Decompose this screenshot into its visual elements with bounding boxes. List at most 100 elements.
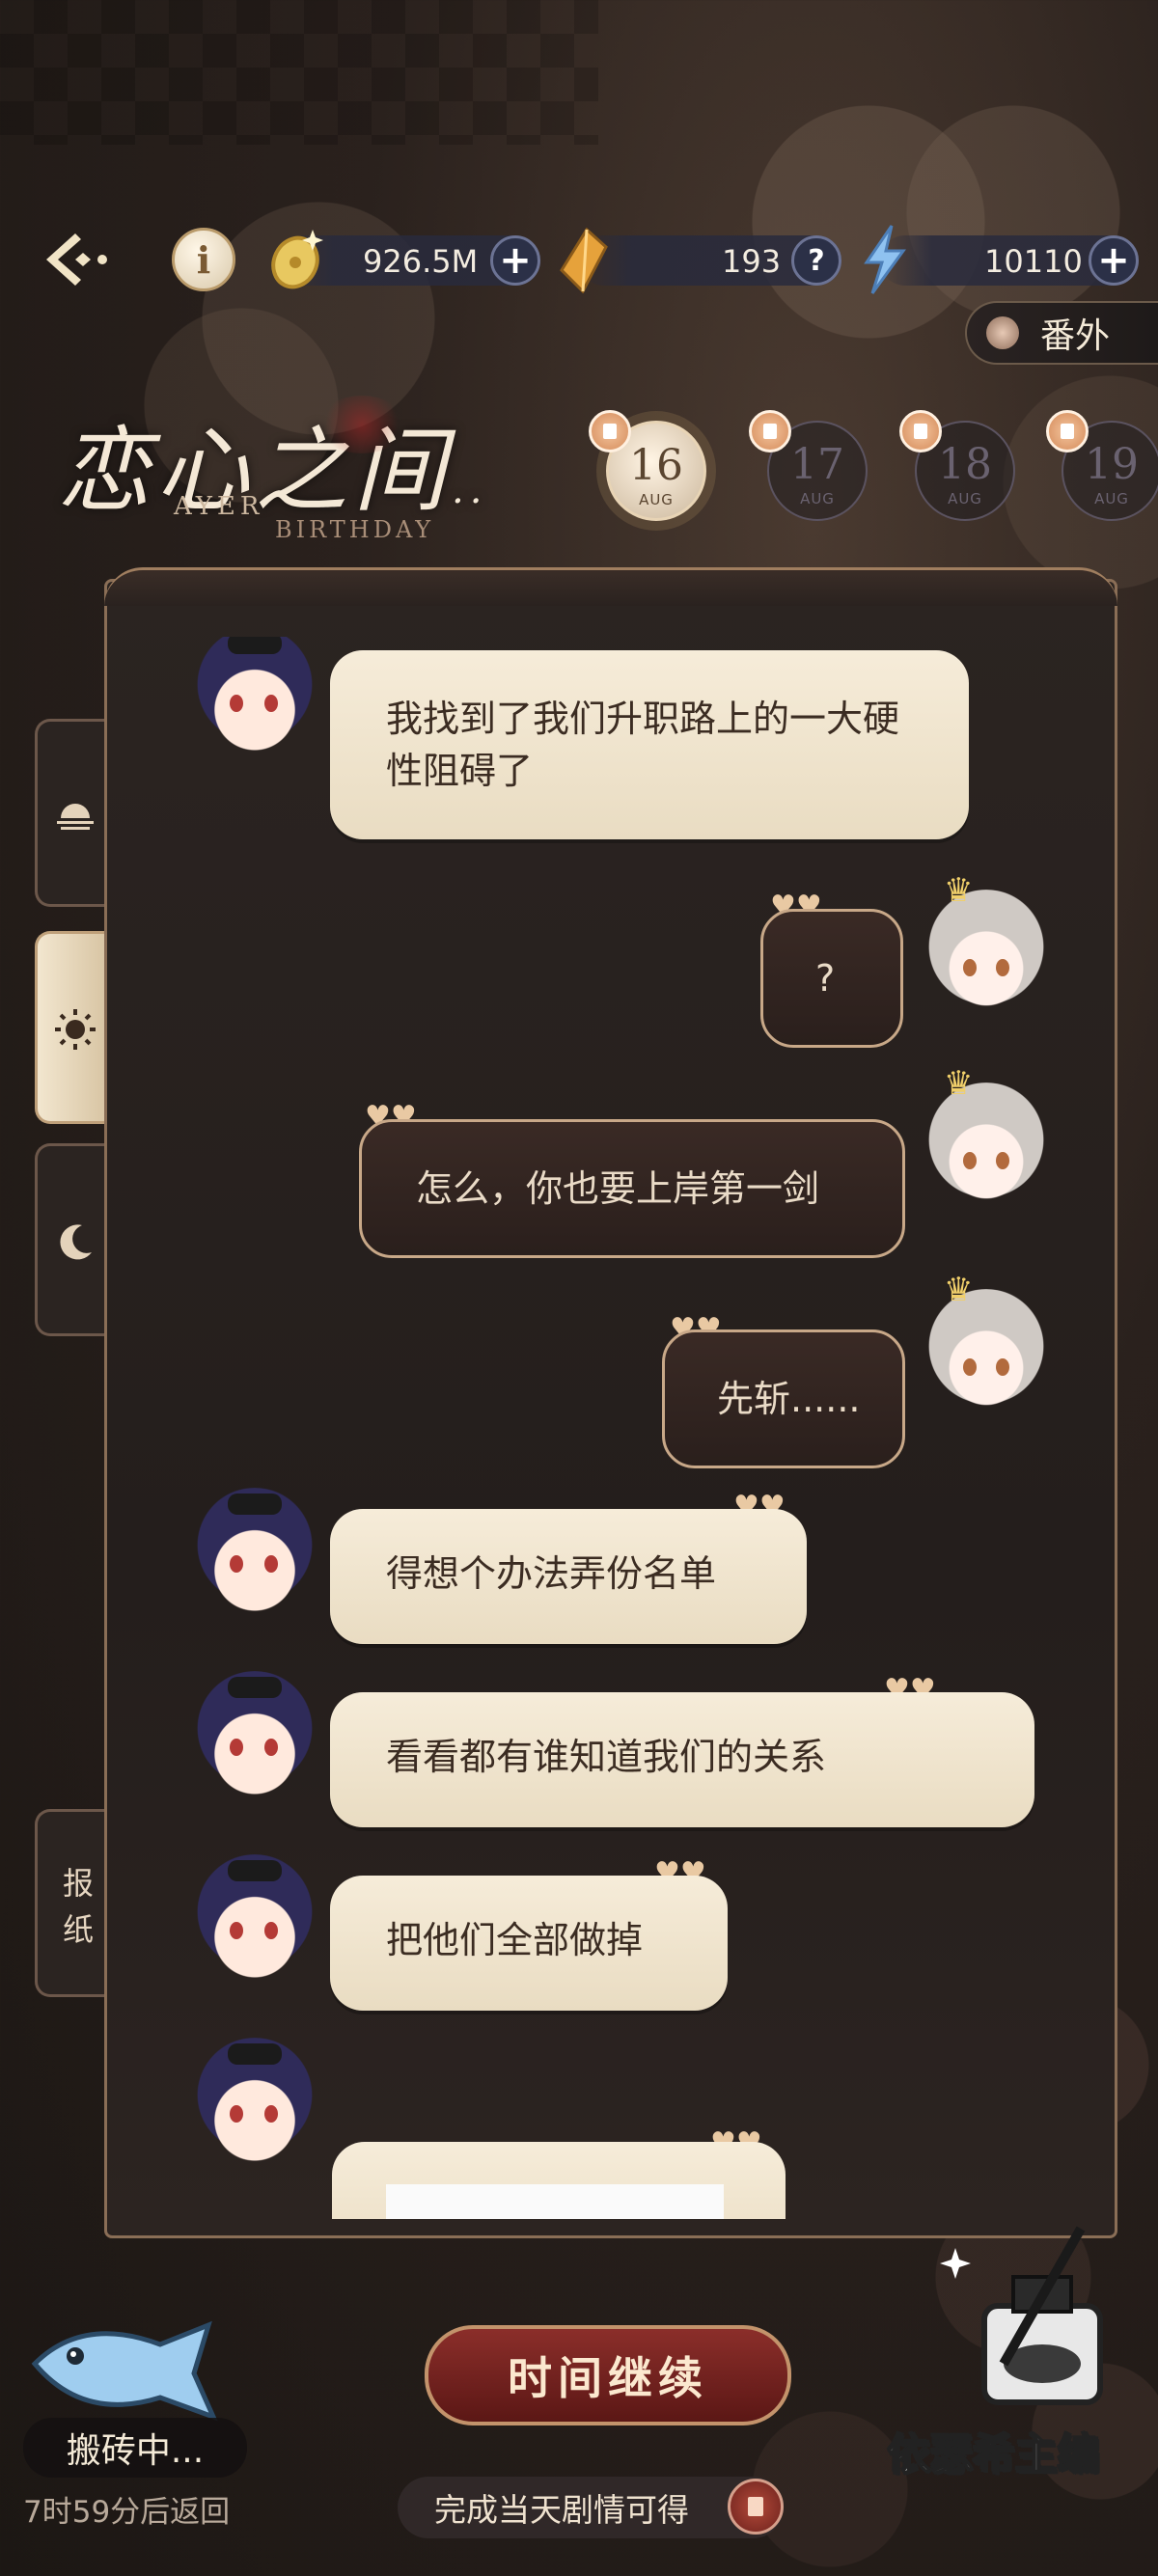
background-pattern <box>0 0 598 145</box>
sunglasses-icon <box>228 2043 282 2065</box>
newspaper-label: 报纸 <box>62 1865 94 1948</box>
eye <box>230 1922 243 1939</box>
gem-value: 193 <box>722 243 782 280</box>
sunglasses-icon <box>228 1677 282 1698</box>
avatar-boy[interactable] <box>191 637 318 754</box>
rose-icon <box>318 396 405 453</box>
gem-counter: 193 ? <box>579 235 841 286</box>
message-bubble: 看看都有谁知道我们的关系 <box>330 1692 1034 1827</box>
date-day: 16 <box>629 441 683 490</box>
date-month: AUG <box>948 490 982 507</box>
logo-ellipsis: .. <box>452 468 488 512</box>
crown-icon: ♛ <box>944 1064 974 1103</box>
add-energy-button[interactable]: + <box>1089 235 1139 286</box>
gem-icon <box>560 228 608 293</box>
message-bubble: 怎么，你也要上岸第一剑 <box>359 1119 905 1258</box>
message-text: 把他们全部做掉 <box>386 1919 644 1961</box>
eye <box>264 1922 278 1939</box>
eye <box>996 1358 1009 1376</box>
eye <box>230 1739 243 1756</box>
avatar-boy[interactable] <box>191 2038 318 2165</box>
eye <box>963 1152 977 1169</box>
avatar-girl[interactable]: ♛ <box>923 1274 1050 1416</box>
eye <box>996 959 1009 976</box>
crown-icon: ♛ <box>944 871 974 910</box>
energy-value: 10110 <box>984 243 1083 280</box>
extra-icon <box>986 316 1019 349</box>
eye <box>230 695 243 712</box>
reward-text: 完成当天剧情可得 <box>434 2491 689 2529</box>
gift-icon <box>728 2479 784 2535</box>
message-bubble: 我找到了我们升职路上的一大硬性阻碍了 <box>330 650 969 839</box>
plus-icon: + <box>499 238 532 283</box>
eye <box>230 2105 243 2123</box>
bolt-icon <box>864 225 906 294</box>
question-icon: ? <box>808 243 825 278</box>
energy-counter: 10110 + <box>880 235 1139 286</box>
plus-icon: + <box>1097 238 1130 283</box>
eye <box>264 1739 278 1756</box>
status-pill[interactable]: 搬砖中... <box>23 2418 247 2478</box>
gem-help-button[interactable]: ? <box>791 235 841 286</box>
avatar-boy[interactable] <box>191 1671 318 1798</box>
sunrise-icon <box>57 804 94 830</box>
chat-list[interactable]: 我找到了我们升职路上的一大硬性阻碍了 ♛ ♥♥ ? ♛ ♥♥ 怎么，你也要上岸第… <box>104 637 1117 2219</box>
watermark-text: 依瑟希主编 <box>887 2429 1101 2480</box>
add-gold-button[interactable]: + <box>490 235 540 286</box>
eye <box>264 2105 278 2123</box>
sunglasses-icon <box>228 1494 282 1515</box>
eye <box>230 1555 243 1573</box>
message-text: 得想个办法弄份名单 <box>386 1552 717 1595</box>
info-icon: i <box>196 237 211 282</box>
message-text: 看看都有谁知道我们的关系 <box>386 1736 827 1778</box>
gift-icon <box>749 410 791 452</box>
eye <box>264 695 278 712</box>
date-month: AUG <box>1094 490 1129 507</box>
message-text: 怎么，你也要上岸第一剑 <box>416 1167 820 1210</box>
message-bubble: 把他们全部做掉 <box>330 1876 728 2011</box>
eye <box>963 959 977 976</box>
eye <box>963 1358 977 1376</box>
tab-newspaper[interactable]: 报纸 <box>35 1809 104 1997</box>
event-logo: 恋心之间.. AYER BIRTHDAY <box>58 396 521 543</box>
return-timer: 7时59分后返回 <box>23 2495 231 2530</box>
image-message[interactable] <box>332 2142 786 2219</box>
sunglasses-icon <box>228 637 282 654</box>
avatar-boy[interactable] <box>191 1488 318 1615</box>
moon-icon <box>60 1224 92 1260</box>
extra-label: 番外 <box>1040 316 1111 356</box>
message-bubble: ? <box>760 909 903 1048</box>
logo-subtitle-1: AYER <box>174 492 264 521</box>
tab-night[interactable] <box>35 1143 104 1336</box>
back-button[interactable] <box>39 226 116 293</box>
image-thumbnail <box>386 2184 724 2219</box>
avatar-girl[interactable]: ♛ <box>923 874 1050 1017</box>
coin-icon <box>271 230 323 289</box>
sun-icon <box>55 1009 96 1050</box>
crown-icon: ♛ <box>944 1271 974 1309</box>
continue-time-button[interactable]: 时间继续 <box>425 2325 791 2425</box>
tab-dawn[interactable] <box>35 719 104 907</box>
ink-bottle-icon[interactable] <box>936 2219 1129 2431</box>
eye <box>264 1555 278 1573</box>
tab-day[interactable] <box>35 931 104 1124</box>
extra-story-button[interactable]: 番外 <box>965 301 1158 365</box>
message-bubble: 先斩...... <box>662 1329 905 1468</box>
message-text: 我找到了我们升职路上的一大硬性阻碍了 <box>386 698 900 792</box>
info-button[interactable]: i <box>172 228 235 291</box>
gift-icon <box>899 410 942 452</box>
chat-panel-top <box>104 567 1117 606</box>
message-text: ? <box>815 957 836 1000</box>
avatar-girl[interactable]: ♛ <box>923 1067 1050 1210</box>
gift-icon <box>1046 410 1089 452</box>
top-bar: i 926.5M + 193 ? 10110 + <box>0 222 1158 299</box>
message-bubble: 得想个办法弄份名单 <box>330 1509 807 1644</box>
gold-value: 926.5M <box>363 243 479 280</box>
avatar-boy[interactable] <box>191 1854 318 1982</box>
back-arrow-icon <box>46 233 107 286</box>
eye <box>996 1152 1009 1169</box>
reward-hint[interactable]: 完成当天剧情可得 <box>398 2477 784 2538</box>
date-month: AUG <box>800 490 835 507</box>
sunglasses-icon <box>228 1860 282 1881</box>
logo-subtitle-2: BIRTHDAY <box>275 516 435 543</box>
